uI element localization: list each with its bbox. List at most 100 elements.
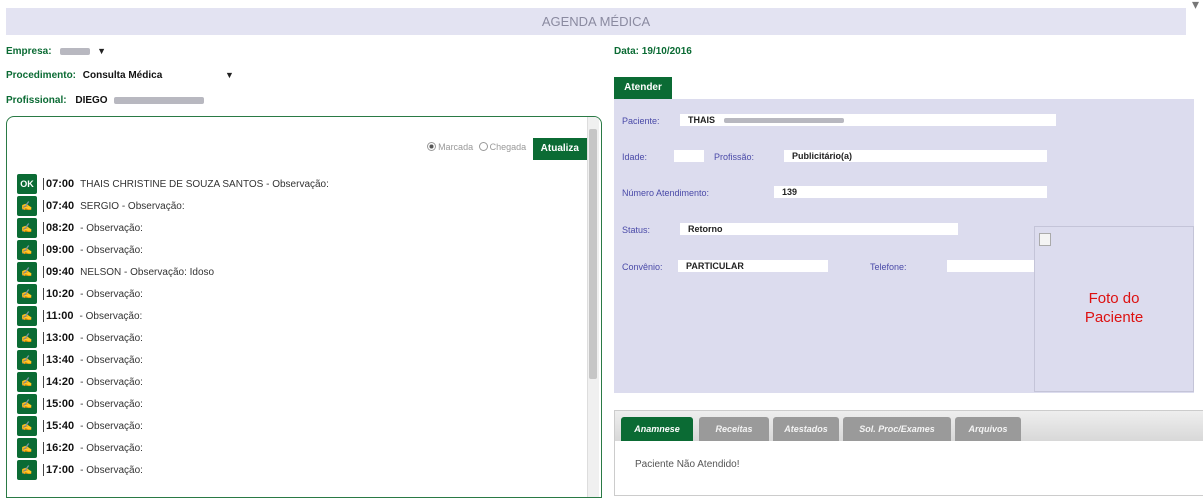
radio-marcada-label: Marcada bbox=[438, 141, 474, 152]
edit-appointment-icon[interactable]: ✍ bbox=[17, 460, 37, 480]
convenio-label: Convênio: bbox=[622, 262, 663, 272]
scrollbar[interactable] bbox=[587, 117, 599, 497]
ok-button[interactable]: OK bbox=[17, 174, 37, 194]
idade-field[interactable] bbox=[674, 150, 704, 162]
appointment-time: 11:00 bbox=[43, 310, 74, 322]
appointment-description: - Observação: bbox=[80, 420, 143, 432]
tab-receitas[interactable]: Receitas bbox=[699, 417, 769, 441]
chevron-down-icon[interactable]: ▼ bbox=[97, 46, 106, 56]
edit-appointment-icon[interactable]: ✍ bbox=[17, 350, 37, 370]
edit-appointment-icon[interactable]: ✍ bbox=[17, 394, 37, 414]
telefone-label: Telefone: bbox=[870, 262, 907, 272]
date-value: 19/10/2016 bbox=[641, 46, 692, 57]
appointment-description: - Observação: bbox=[80, 442, 143, 454]
procedimento-row: Procedimento: Consulta Médica ▼ bbox=[6, 70, 234, 81]
tab-sol-proc-exames[interactable]: Sol. Proc/Exames bbox=[843, 417, 951, 441]
appointment-time: 08:20 bbox=[43, 222, 74, 234]
convenio-value: PARTICULAR bbox=[686, 261, 744, 271]
patient-info-panel: Paciente: THAIS Idade: Profissão: Public… bbox=[614, 99, 1194, 393]
record-tabs-panel: Anamnese Receitas Atestados Sol. Proc/Ex… bbox=[614, 410, 1203, 496]
appointment-time: 15:00 bbox=[43, 398, 74, 410]
edit-appointment-icon[interactable]: ✍ bbox=[17, 284, 37, 304]
profissao-field[interactable]: Publicitário(a) bbox=[784, 150, 1047, 162]
close-icon[interactable]: ▾ bbox=[1192, 0, 1199, 13]
radio-chegada[interactable]: Chegada bbox=[478, 142, 526, 152]
edit-appointment-icon[interactable]: ✍ bbox=[17, 328, 37, 348]
numero-atendimento-field[interactable]: 139 bbox=[774, 186, 1047, 198]
paciente-value: THAIS bbox=[688, 115, 715, 125]
appointment-description: - Observação: bbox=[80, 354, 143, 366]
edit-appointment-icon[interactable]: ✍ bbox=[17, 372, 37, 392]
appointment-description: - Observação: bbox=[80, 376, 143, 388]
status-value: Retorno bbox=[688, 224, 723, 234]
appointment-time: 13:00 bbox=[43, 332, 74, 344]
profissional-name-redacted bbox=[114, 96, 205, 104]
profissao-label: Profissão: bbox=[714, 152, 755, 162]
tab-anamnese[interactable]: Anamnese bbox=[621, 417, 693, 441]
radio-icon[interactable] bbox=[427, 142, 437, 151]
profissional-label: Profissional: bbox=[6, 95, 67, 106]
appointment-row: ✍ 09:00 - Observação: bbox=[17, 239, 329, 261]
broken-image-icon bbox=[1039, 233, 1051, 246]
radio-icon[interactable] bbox=[478, 142, 488, 151]
appointment-row: ✍ 08:20 - Observação: bbox=[17, 217, 329, 239]
appointment-time: 09:40 bbox=[43, 266, 74, 278]
appointment-row: ✍ 17:00 - Observação: bbox=[17, 459, 329, 481]
photo-placeholder-text: Foto do Paciente bbox=[1035, 289, 1193, 327]
convenio-field[interactable]: PARTICULAR bbox=[678, 260, 828, 272]
appointment-description: - Observação: bbox=[80, 464, 143, 476]
appointment-description: - Observação: bbox=[79, 310, 143, 322]
photo-line-1: Foto do bbox=[1088, 290, 1140, 307]
appointment-description: - Observação: bbox=[80, 288, 143, 300]
telefone-field[interactable] bbox=[947, 260, 1035, 272]
edit-appointment-icon[interactable]: ✍ bbox=[17, 416, 37, 436]
photo-line-2: Paciente bbox=[1084, 309, 1144, 326]
status-filter: Marcada Chegada Atualiza bbox=[427, 138, 587, 160]
appointment-list: OK 07:00 THAIS CHRISTINE DE SOUZA SANTOS -… bbox=[17, 173, 329, 481]
edit-appointment-icon[interactable]: ✍ bbox=[17, 438, 37, 458]
profissional-select[interactable]: DIEGO bbox=[75, 95, 107, 106]
profissao-value: Publicitário(a) bbox=[792, 151, 853, 161]
paciente-surname-redacted bbox=[723, 118, 844, 124]
scrollbar-thumb[interactable] bbox=[589, 129, 597, 379]
edit-appointment-icon[interactable]: ✍ bbox=[17, 306, 37, 326]
appointment-row: ✍ 13:40 - Observação: bbox=[17, 349, 329, 371]
appointment-row: ✍ 16:20 - Observação: bbox=[17, 437, 329, 459]
tab-atender[interactable]: Atender bbox=[614, 77, 672, 99]
numero-atendimento-label: Número Atendimento: bbox=[622, 188, 710, 198]
date-label: Data: bbox=[614, 46, 640, 57]
appointment-time: 07:40 bbox=[43, 200, 74, 212]
atualiza-button[interactable]: Atualiza bbox=[532, 138, 587, 160]
edit-appointment-icon[interactable]: ✍ bbox=[17, 262, 37, 282]
edit-appointment-icon[interactable]: ✍ bbox=[17, 218, 37, 238]
appointment-row: ✍ 07:40 SERGIO - Observação: bbox=[17, 195, 329, 217]
patient-photo: Foto do Paciente bbox=[1034, 226, 1194, 392]
status-field[interactable]: Retorno bbox=[680, 223, 958, 235]
appointment-row: ✍ 11:00 - Observação: bbox=[17, 305, 329, 327]
date-row: Data: 19/10/2016 bbox=[614, 46, 692, 57]
schedule-panel: Marcada Chegada Atualiza OK 07:00 THAIS CH… bbox=[6, 116, 602, 498]
procedimento-label: Procedimento: bbox=[6, 70, 77, 81]
tab-atestados[interactable]: Atestados bbox=[773, 417, 839, 441]
appointment-description: SERGIO - Observação: bbox=[80, 200, 185, 212]
procedimento-select[interactable]: Consulta Médica bbox=[83, 70, 162, 81]
appointment-row: ✍ 09:40 NELSON - Observação: Idoso bbox=[17, 261, 329, 283]
tab-arquivos[interactable]: Arquivos bbox=[955, 417, 1021, 441]
edit-appointment-icon[interactable]: ✍ bbox=[17, 240, 37, 260]
appointment-description: NELSON - Observação: Idoso bbox=[80, 266, 215, 278]
appointment-time: 09:00 bbox=[43, 244, 74, 256]
chevron-down-icon[interactable]: ▼ bbox=[225, 70, 234, 80]
radio-marcada[interactable]: Marcada bbox=[427, 142, 473, 152]
empresa-value-redacted[interactable] bbox=[60, 47, 91, 55]
appointment-description: THAIS CHRISTINE DE SOUZA SANTOS - Observ… bbox=[80, 178, 329, 190]
appointment-description: - Observação: bbox=[80, 332, 143, 344]
paciente-field[interactable]: THAIS bbox=[680, 114, 1056, 126]
tab-bar: Anamnese Receitas Atestados Sol. Proc/Ex… bbox=[615, 411, 1203, 441]
appointment-row: OK 07:00 THAIS CHRISTINE DE SOUZA SANTOS -… bbox=[17, 173, 329, 195]
appointment-description: - Observação: bbox=[80, 222, 143, 234]
appointment-row: ✍ 10:20 - Observação: bbox=[17, 283, 329, 305]
page-title-bar: AGENDA MÉDICA bbox=[6, 8, 1186, 35]
idade-label: Idade: bbox=[622, 152, 648, 162]
edit-appointment-icon[interactable]: ✍ bbox=[17, 196, 37, 216]
appointment-time: 15:40 bbox=[43, 420, 74, 432]
